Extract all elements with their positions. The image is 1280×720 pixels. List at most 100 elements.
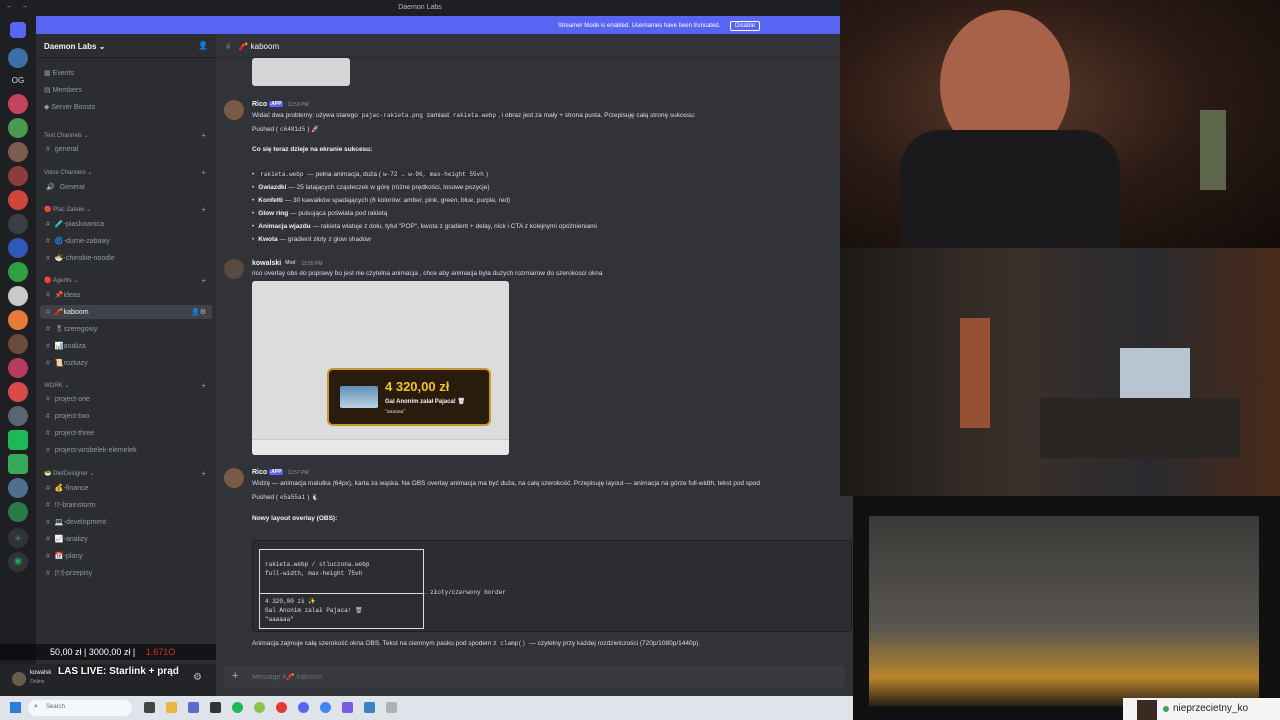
message-author[interactable]: Rico APP 11:57 PM [252,469,308,476]
discord-home-icon[interactable] [10,22,26,38]
channel-analizy[interactable]: # 📈-analizy [40,532,212,546]
screenshot-attachment[interactable]: 4 320,00 zł Gal Anonim zalał Pajaca! 🗑 "… [252,281,509,455]
avatar[interactable] [224,468,244,488]
app-icon[interactable] [188,702,199,713]
app-icon[interactable] [386,702,397,713]
add-channel-icon[interactable]: + [201,381,206,390]
category-plac-zabaw[interactable]: 🔴 Plac Zabaw ⌄ [44,206,91,213]
server-icon[interactable] [8,238,28,258]
code-block: rakieta.webp / stluczona.webp full-width… [252,540,852,632]
message-composer[interactable]: + Message #🧨 kaboom [224,666,845,688]
channel-project-one[interactable]: # project-one [40,393,212,407]
avatar[interactable] [12,672,26,686]
image-attachment[interactable] [252,58,350,86]
channel-finanse[interactable]: # 💰-finanse [40,481,212,495]
server-icon[interactable] [8,382,28,402]
sidebar-item-events[interactable]: ▦ Events [44,69,74,77]
category-dietdesigner[interactable]: 🥗 DietDesigner ⌄ [44,470,95,477]
taskbar-search[interactable]: ⌕ Search [28,700,132,716]
avatar[interactable] [224,259,244,279]
server-icon[interactable] [8,430,28,450]
category-text[interactable]: Text Channels ⌄ [44,132,89,139]
channel-chinskie-noodle[interactable]: # 🍜-chinskie-noodle [40,251,212,265]
category-voice[interactable]: Voice Channels ⌄ [44,169,92,176]
alert-amount: 4 320,00 zł [385,379,450,394]
server-icon[interactable] [8,48,28,68]
server-icon[interactable] [8,478,28,498]
channel-development[interactable]: # 💻-development [40,515,212,529]
donation-counter: 50,00 zł | 3000,00 zł | 1.671O [0,644,216,660]
channel-piaskownica[interactable]: # 🧪-piaskownica [40,217,212,231]
server-icon[interactable] [8,406,28,426]
server-icon[interactable] [8,334,28,354]
app-icon[interactable] [254,702,265,713]
add-channel-icon[interactable]: + [201,469,206,478]
channel-ideas[interactable]: # 📌ideas [40,288,212,302]
voice-channel-general[interactable]: 🔊 General [40,180,212,194]
server-icon[interactable] [8,142,28,162]
channel-analiza[interactable]: # 📊analiza [40,339,212,353]
add-server-icon[interactable]: + [8,528,28,548]
channel-szeregowy[interactable]: # 🎖szeregowy [40,322,212,336]
guild-header[interactable]: Daemon Labs ⌄ 👤 [36,34,216,58]
file-explorer-icon[interactable] [166,702,177,713]
channel-general[interactable]: # general [40,143,212,157]
spotify-icon[interactable] [232,702,243,713]
task-view-icon[interactable] [144,702,155,713]
add-channel-icon[interactable]: + [201,131,206,140]
message-text: Animacja zajmuje całą szerokość okna OBS… [252,640,701,647]
disable-button[interactable]: Disable [729,21,760,31]
channel-project-wrobelek[interactable]: # project-wrobelek-elemelek [40,444,212,458]
add-member-icon[interactable]: 👤 [198,41,208,50]
channel-project-two[interactable]: # project-two [40,410,212,424]
server-icon[interactable] [8,118,28,138]
hash-icon: # [226,42,231,51]
chrome-icon[interactable] [320,702,331,713]
online-dot [1163,706,1169,712]
add-channel-icon[interactable]: + [201,276,206,285]
category-agents[interactable]: 🔴 Agents ⌄ [44,277,78,284]
channel-przepisy[interactable]: # 🍽-przepisy [40,566,212,580]
sidebar-item-members[interactable]: ▤ Members [44,86,82,94]
message-author[interactable]: Rico APP 11:53 PM [252,101,308,108]
discord-icon[interactable] [298,702,309,713]
user-status: Online [30,679,45,685]
channel-project-three[interactable]: # project-three [40,427,212,441]
add-channel-icon[interactable]: + [201,205,206,214]
explore-icon[interactable]: ◉ [8,552,28,572]
alert-nick: Gal Anonim zalał Pajaca! 🗑 [385,399,466,405]
avatar[interactable] [224,100,244,120]
channel-settings-icon[interactable]: 👤⚙ [191,308,206,316]
server-icon[interactable] [8,262,28,282]
add-channel-icon[interactable]: + [201,168,206,177]
channel-durne-zabawy[interactable]: # 🌀-durne-zabawy [40,234,212,248]
server-icon[interactable] [8,358,28,378]
channel-plany[interactable]: # 📅-plany [40,549,212,563]
server-icon[interactable] [8,214,28,234]
gear-icon[interactable]: ⚙ [193,672,202,683]
server-icon[interactable] [8,94,28,114]
server-icon[interactable] [8,286,28,306]
sidebar-item-boosts[interactable]: ◆ Server Boosts [44,103,95,111]
channel-rozkazy[interactable]: # 📜rozkazy [40,356,212,370]
window-titlebar: ← → Daemon Labs [0,0,840,16]
windows-start-icon[interactable] [10,702,21,713]
server-icon[interactable] [8,166,28,186]
server-og-label[interactable]: OG [0,76,36,85]
terminal-icon[interactable] [210,702,221,713]
timestamp: 11:53 PM [287,102,309,108]
app-icon[interactable] [342,702,353,713]
channel-kaboom[interactable]: # 🧨kaboom 👤⚙ [40,305,212,319]
app-icon[interactable] [276,702,287,713]
server-icon[interactable] [8,310,28,330]
attach-plus-icon[interactable]: + [232,670,238,682]
screen: ← → Daemon Labs Streamer Mode is enabled… [0,0,1280,720]
server-icon[interactable] [8,502,28,522]
server-icon[interactable] [8,190,28,210]
room-monitor [1120,348,1190,398]
app-icon[interactable] [364,702,375,713]
category-work[interactable]: WORK ⌄ [44,382,69,389]
message-author[interactable]: kowalski Mod 11:55 PM [252,260,323,267]
server-icon[interactable] [8,454,28,474]
channel-brainstorm[interactable]: # ⁉-brainstorm [40,498,212,512]
